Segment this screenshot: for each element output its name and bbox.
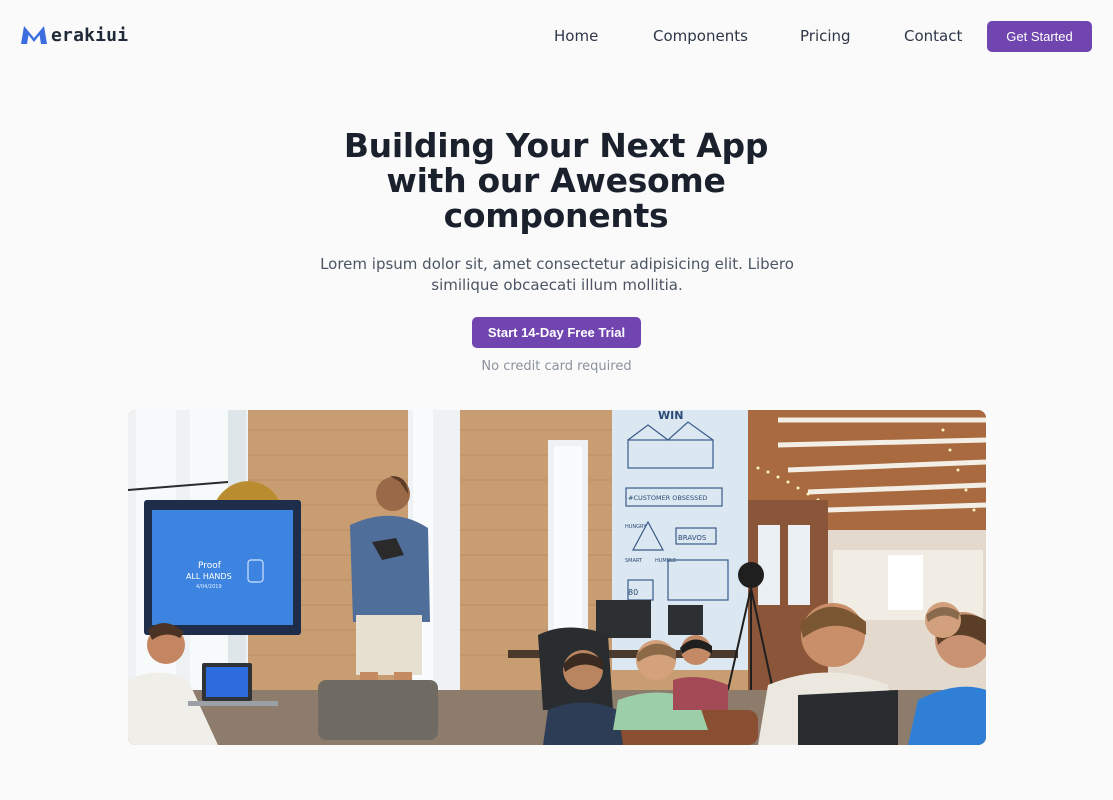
screen-title: Proof bbox=[198, 561, 222, 571]
start-trial-button[interactable]: Start 14-Day Free Trial bbox=[472, 317, 641, 348]
mural-word-3: HUMBLE bbox=[655, 558, 676, 564]
hero-description: Lorem ipsum dolor sit, amet consectetur … bbox=[320, 255, 794, 294]
mural-word-2: BRAVOS bbox=[678, 534, 707, 542]
no-credit-card-note: No credit card required bbox=[481, 359, 632, 374]
top-navigation: erakiui Home Components Pricing Contact … bbox=[0, 0, 1113, 72]
hero-image: WIN #CUSTOMER OBSESSED HUNGRY BRAVOS HUM… bbox=[128, 410, 986, 745]
mural-number: 80 bbox=[628, 588, 638, 597]
brand-name: erakiui bbox=[51, 24, 129, 46]
m-logo-icon bbox=[21, 26, 47, 44]
screen-subtitle: ALL HANDS bbox=[186, 572, 232, 581]
mural-word-4: SMART bbox=[625, 558, 643, 564]
mural-win-text: WIN bbox=[658, 410, 683, 422]
nav-link-contact[interactable]: Contact bbox=[904, 27, 962, 45]
office-meeting-photo: WIN #CUSTOMER OBSESSED HUNGRY BRAVOS HUM… bbox=[128, 410, 986, 745]
nav-link-components[interactable]: Components bbox=[653, 27, 748, 45]
nav-link-pricing[interactable]: Pricing bbox=[800, 27, 851, 45]
mural-label-text: #CUSTOMER OBSESSED bbox=[628, 494, 707, 502]
screen-date: 4/04/2019 bbox=[196, 584, 222, 590]
nav-link-home[interactable]: Home bbox=[554, 27, 598, 45]
hero-title: Building Your Next App with our Awesome … bbox=[343, 126, 769, 235]
get-started-button[interactable]: Get Started bbox=[987, 21, 1092, 52]
brand-logo[interactable]: erakiui bbox=[20, 24, 128, 46]
mural-word-1: HUNGRY bbox=[625, 524, 647, 530]
